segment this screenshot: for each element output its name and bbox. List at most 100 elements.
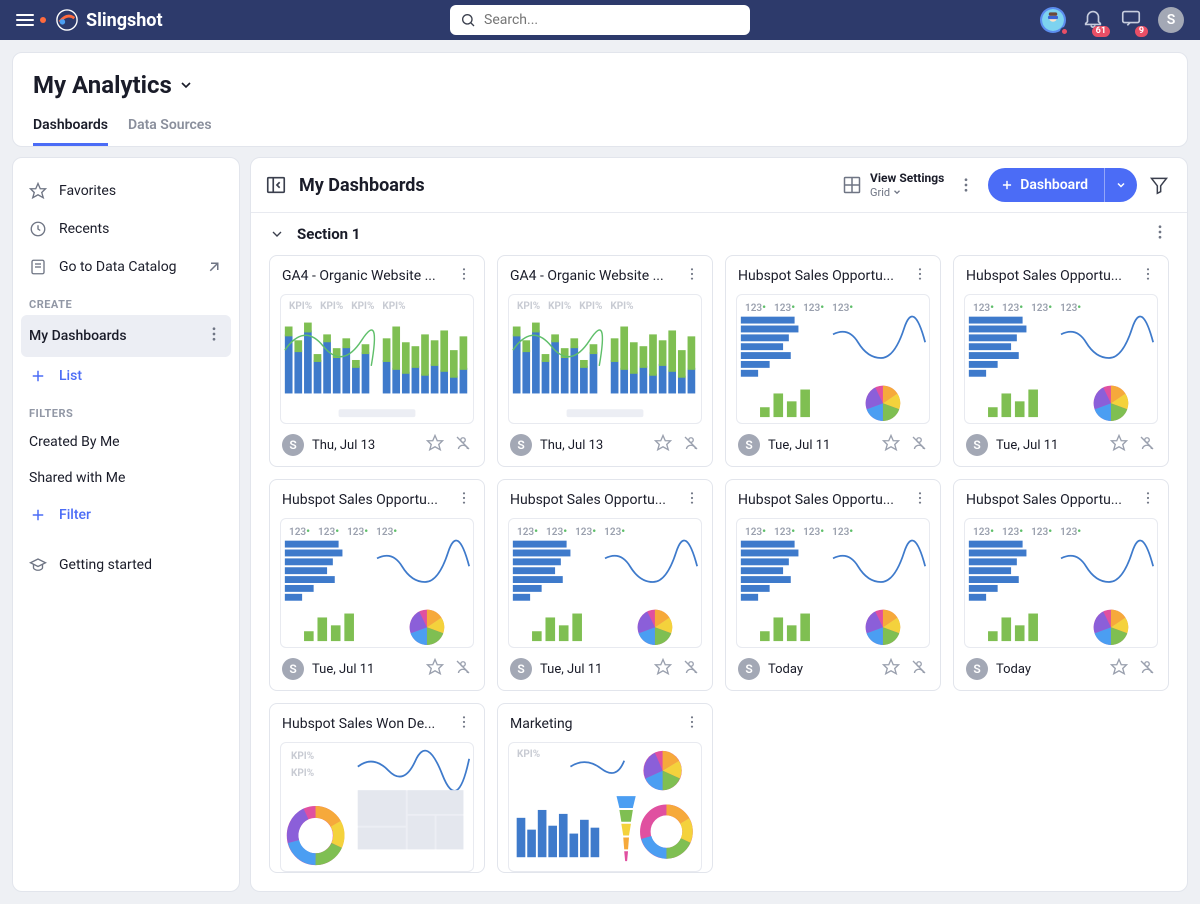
- dashboard-card[interactable]: Hubspot Sales Opportu... 123•123•123•123…: [953, 479, 1169, 691]
- star-icon: [882, 658, 900, 676]
- content-pane: My Dashboards View Settings Grid: [250, 157, 1188, 892]
- view-settings[interactable]: View Settings Grid: [842, 171, 944, 199]
- card-more-button[interactable]: [684, 266, 700, 286]
- dashboard-card[interactable]: Hubspot Sales Opportu... 123•123•123•123…: [497, 479, 713, 691]
- sidebar-heading-create: CREATE: [21, 286, 231, 315]
- preview-chart: [965, 519, 1157, 647]
- brand[interactable]: Slingshot: [56, 9, 163, 31]
- content-header: My Dashboards View Settings Grid: [251, 158, 1187, 213]
- chat-notifications[interactable]: 9: [1120, 7, 1142, 33]
- clock-icon: [29, 220, 47, 238]
- dashboard-card[interactable]: Hubspot Sales Opportu... 123•123•123•123…: [725, 479, 941, 691]
- preview-chart: [281, 519, 473, 647]
- menu-button[interactable]: [16, 14, 46, 26]
- card-preview: 123•123•123•123•: [280, 518, 474, 648]
- user-avatar[interactable]: S: [1158, 7, 1184, 33]
- owner-avatar: S: [738, 658, 760, 680]
- content-more-button[interactable]: [952, 171, 980, 199]
- sidebar-shared-with-me[interactable]: Shared with Me: [21, 460, 231, 496]
- card-more-button[interactable]: [912, 266, 928, 286]
- favorite-button[interactable]: [654, 434, 672, 456]
- card-more-button[interactable]: [684, 490, 700, 510]
- share-button[interactable]: [1138, 658, 1156, 680]
- new-dashboard-main[interactable]: Dashboard: [988, 168, 1104, 202]
- bell-notifications[interactable]: 61: [1082, 7, 1104, 33]
- favorite-button[interactable]: [882, 434, 900, 456]
- tab-data-sources[interactable]: Data Sources: [128, 117, 212, 146]
- sidebar-recents[interactable]: Recents: [21, 210, 231, 248]
- card-more-button[interactable]: [1140, 490, 1156, 510]
- card-more-button[interactable]: [456, 266, 472, 286]
- share-button[interactable]: [454, 434, 472, 456]
- star-icon: [1110, 434, 1128, 452]
- share-button[interactable]: [682, 434, 700, 456]
- assistant-avatar[interactable]: [1040, 7, 1066, 33]
- grid-icon: [842, 175, 862, 195]
- card-footer: S Tue, Jul 11: [726, 424, 940, 466]
- plus-icon: [29, 367, 47, 385]
- dashboard-card[interactable]: Hubspot Sales Opportu... 123•123•123•123…: [725, 255, 941, 467]
- card-date: Tue, Jul 11: [312, 662, 418, 677]
- chevron-down-icon[interactable]: [178, 77, 194, 93]
- search-icon: [460, 12, 476, 28]
- dashboard-card[interactable]: Marketing KPI%: [497, 703, 713, 873]
- share-icon: [910, 434, 928, 452]
- card-title: Hubspot Sales Opportu...: [282, 492, 456, 508]
- sidebar-favorites[interactable]: Favorites: [21, 172, 231, 210]
- favorite-button[interactable]: [426, 658, 444, 680]
- favorite-button[interactable]: [1110, 434, 1128, 456]
- share-button[interactable]: [910, 658, 928, 680]
- card-more-button[interactable]: [1140, 266, 1156, 286]
- sidebar-catalog[interactable]: Go to Data Catalog: [21, 248, 231, 286]
- card-more-button[interactable]: [912, 490, 928, 510]
- card-preview: KPI%: [508, 742, 702, 872]
- dashboard-card[interactable]: Hubspot Sales Won De... KPI% KPI%: [269, 703, 485, 873]
- sidebar-created-by-me[interactable]: Created By Me: [21, 424, 231, 460]
- brand-logo-icon: [56, 9, 78, 31]
- card-more-button[interactable]: [684, 714, 700, 734]
- card-more-button[interactable]: [456, 714, 472, 734]
- external-link-icon: [205, 258, 223, 276]
- plus-icon: [1000, 178, 1014, 192]
- more-vertical-icon: [912, 266, 928, 282]
- sidebar-getting-started[interactable]: Getting started: [21, 546, 231, 584]
- star-icon: [1110, 658, 1128, 676]
- dashboard-card[interactable]: Hubspot Sales Opportu... 123•123•123•123…: [953, 255, 1169, 467]
- search-box[interactable]: [450, 5, 750, 35]
- favorite-button[interactable]: [654, 658, 672, 680]
- chevron-down-icon[interactable]: [269, 226, 285, 242]
- more-vertical-icon: [957, 176, 975, 194]
- dashboard-card[interactable]: GA4 - Organic Website ... KPI%KPI%KPI%KP…: [269, 255, 485, 467]
- section-more-button[interactable]: [1151, 223, 1169, 245]
- share-button[interactable]: [1138, 434, 1156, 456]
- favorite-button[interactable]: [1110, 658, 1128, 680]
- sidebar-my-dashboards[interactable]: My Dashboards: [21, 315, 231, 357]
- favorite-button[interactable]: [882, 658, 900, 680]
- share-button[interactable]: [454, 658, 472, 680]
- share-button[interactable]: [910, 434, 928, 456]
- share-button[interactable]: [682, 658, 700, 680]
- dashboard-card[interactable]: GA4 - Organic Website ... KPI%KPI%KPI%KP…: [497, 255, 713, 467]
- star-icon: [426, 658, 444, 676]
- card-footer: S Today: [726, 648, 940, 690]
- card-footer: S Tue, Jul 11: [498, 648, 712, 690]
- top-navbar: Slingshot 61 9 S: [0, 0, 1200, 40]
- more-icon[interactable]: [205, 325, 223, 347]
- sidebar-add-list[interactable]: List: [21, 357, 231, 395]
- card-header: Hubspot Sales Opportu...: [954, 256, 1168, 294]
- collapse-sidebar-icon[interactable]: [265, 174, 287, 196]
- tab-dashboards[interactable]: Dashboards: [33, 117, 108, 146]
- filter-button[interactable]: [1145, 171, 1173, 199]
- search-input[interactable]: [484, 12, 740, 28]
- bell-badge: 61: [1092, 26, 1110, 37]
- card-preview: 123•123•123•123•: [508, 518, 702, 648]
- plus-icon: [29, 506, 47, 524]
- favorite-button[interactable]: [426, 434, 444, 456]
- more-vertical-icon: [456, 714, 472, 730]
- new-dashboard-dropdown[interactable]: [1104, 168, 1137, 202]
- dashboard-card[interactable]: Hubspot Sales Opportu... 123•123•123•123…: [269, 479, 485, 691]
- card-more-button[interactable]: [456, 490, 472, 510]
- sidebar-add-filter[interactable]: Filter: [21, 496, 231, 534]
- preview-chart: [737, 295, 929, 423]
- sidebar-label: Created By Me: [29, 434, 120, 450]
